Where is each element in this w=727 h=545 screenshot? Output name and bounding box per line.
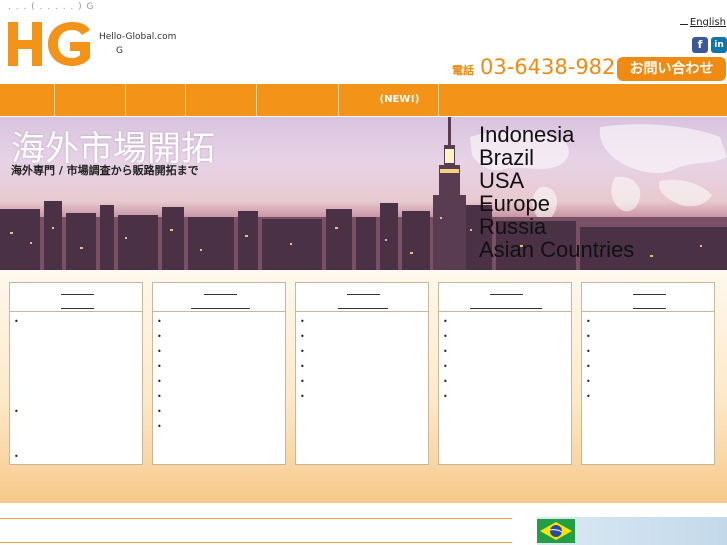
main-nav: (NEW!) [0, 84, 727, 116]
bullet-item: • [443, 347, 448, 356]
bullet-item: • [300, 377, 305, 386]
bullet-item: • [14, 452, 19, 461]
hero-subtitle: 海外専門 / 市場調査から販路開拓まで [11, 164, 199, 177]
brazil-flag-icon [537, 519, 575, 543]
bullet-item: • [300, 347, 305, 356]
bullet-item: • [300, 362, 305, 371]
contact-button[interactable]: お問い合わせ [617, 57, 726, 81]
country-item: USA [479, 168, 525, 193]
country-item: Indonesia [479, 122, 575, 147]
panel-heading [296, 283, 428, 312]
logo-hg[interactable] [6, 20, 92, 68]
phone-label: 電話 [452, 64, 474, 77]
bullet-item: • [14, 317, 19, 326]
bullet-item: • [157, 407, 162, 416]
nav-item-1[interactable] [0, 84, 55, 116]
nav-item-3[interactable] [126, 84, 186, 116]
linkedin-icon[interactable]: in [711, 37, 727, 53]
bullet-item: • [586, 332, 591, 341]
bullet-item: • [586, 347, 591, 356]
panel-heading [439, 283, 571, 312]
top-note: . . . ( . . . . . ) G [8, 2, 95, 12]
service-panel-1[interactable]: • • • [9, 282, 143, 465]
bullet-item: • [300, 392, 305, 401]
nav-item-4[interactable] [186, 84, 257, 116]
bullet-item: • [157, 317, 162, 326]
bullet-item: • [443, 377, 448, 386]
service-panel-4[interactable]: • • • • • • [438, 282, 572, 465]
bullet-item: • [157, 377, 162, 386]
bullet-item: • [300, 317, 305, 326]
country-item: Europe [479, 191, 550, 216]
service-panel-3[interactable]: • • • • • • [295, 282, 429, 465]
service-panels: • • • • • • • • • • • • • • • • • • • • … [0, 270, 727, 503]
bullet-item: • [443, 317, 448, 326]
nav-item-new[interactable]: (NEW!) [361, 84, 439, 116]
nav-item-5[interactable] [257, 84, 339, 116]
bullet-item: • [157, 347, 162, 356]
bullet-item: • [157, 332, 162, 341]
bullet-item: • [157, 392, 162, 401]
service-panel-2[interactable]: • • • • • • • • [152, 282, 286, 465]
bullet-item: • [14, 407, 19, 416]
bullet-item: • [443, 332, 448, 341]
bullet-item: • [586, 392, 591, 401]
bullet-item: • [586, 362, 591, 371]
language-link[interactable]: English [679, 17, 726, 28]
phone-number: 03-6438-9821 [480, 55, 629, 79]
bullet-item: • [586, 317, 591, 326]
brand-subtitle: G [116, 46, 123, 56]
section-divider [0, 518, 512, 519]
bullet-item: • [157, 422, 162, 431]
country-list: Indonesia Brazil USA Europe Russia Asian… [479, 123, 634, 261]
empire-state-building [433, 117, 466, 270]
service-panel-5[interactable]: • • • • • • [581, 282, 715, 465]
language-link-label: English [689, 17, 726, 28]
bullet-item: • [443, 362, 448, 371]
country-item: Brazil [479, 145, 535, 170]
bullet-item: • [586, 377, 591, 386]
section-divider [0, 542, 512, 543]
country-item: Russia [479, 214, 547, 239]
bullet-item: • [157, 362, 162, 371]
nav-item-8[interactable] [439, 84, 727, 116]
panel-heading [153, 283, 285, 312]
bullet-item: • [300, 332, 305, 341]
panel-heading [582, 283, 714, 312]
facebook-icon[interactable]: f [692, 37, 708, 53]
bullet-item: • [443, 392, 448, 401]
brand-name: Hello-Global.com [99, 32, 177, 42]
nav-item-2[interactable] [55, 84, 126, 116]
panel-heading [10, 283, 142, 312]
nav-item-6[interactable] [339, 84, 361, 116]
hero-banner: 海外市場開拓 海外専門 / 市場調査から販路開拓まで Indonesia Bra… [0, 117, 727, 270]
country-item: Asian Countries [479, 237, 635, 262]
